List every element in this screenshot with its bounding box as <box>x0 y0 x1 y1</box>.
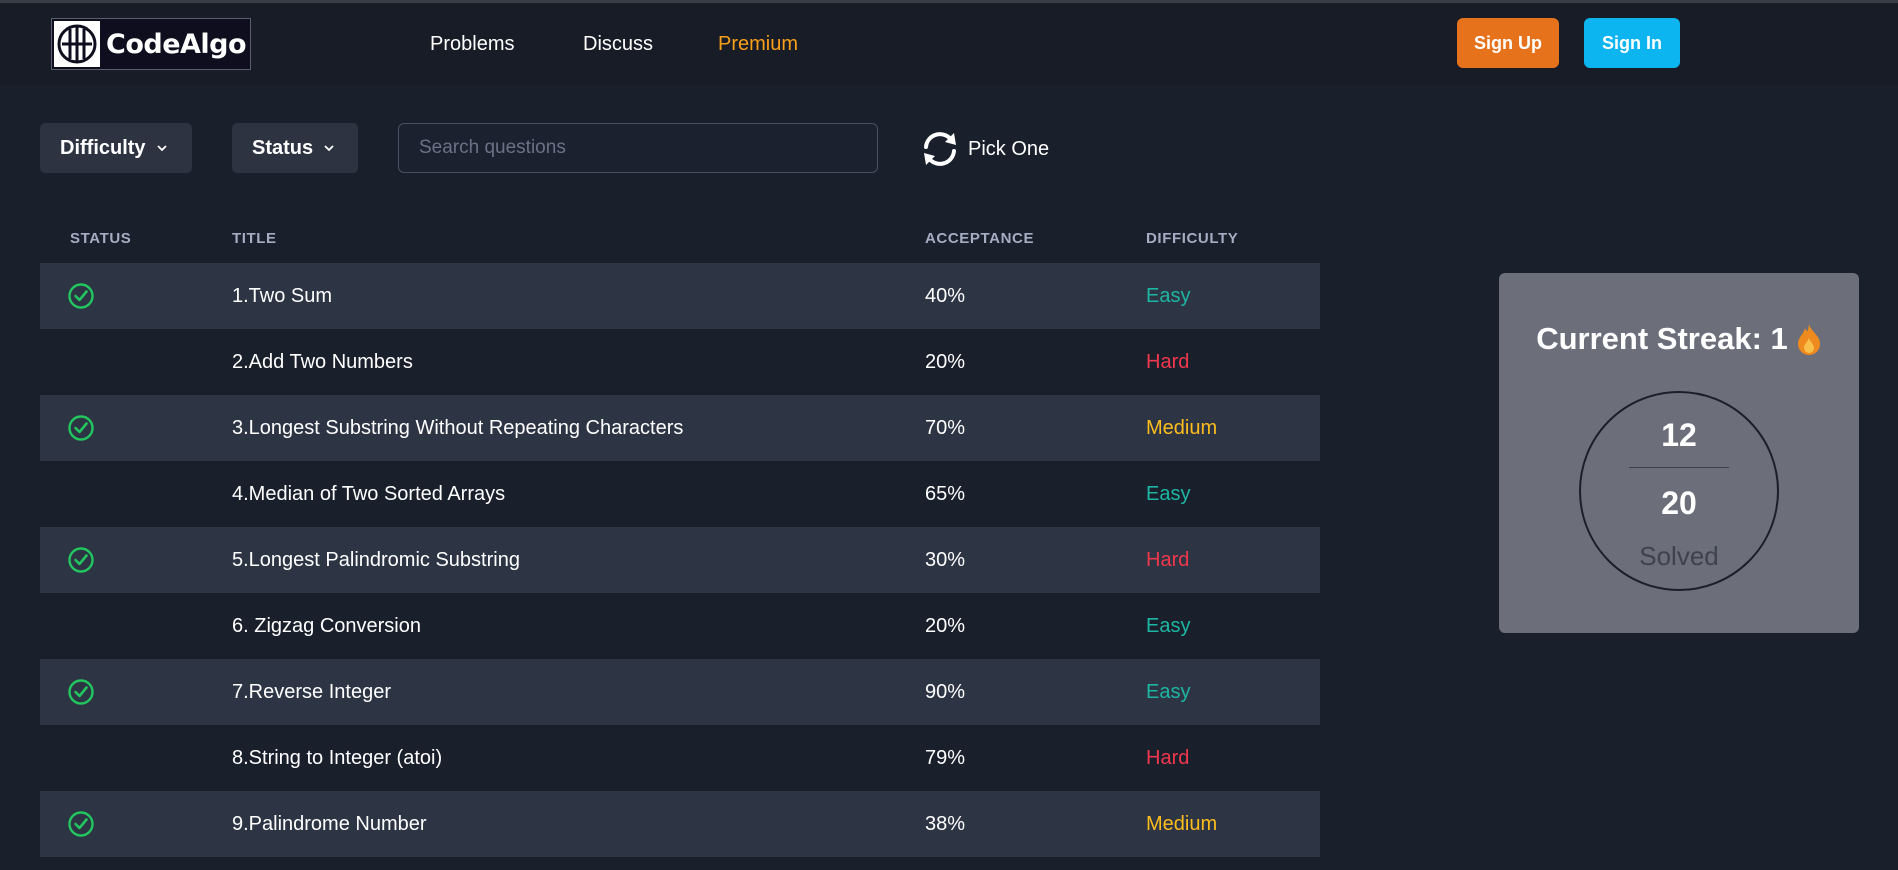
column-header-status: STATUS <box>70 230 132 247</box>
difficulty-dropdown[interactable]: Difficulty <box>40 123 192 173</box>
status-dropdown-label: Status <box>252 136 314 159</box>
chevron-down-icon <box>156 145 167 152</box>
fraction-divider <box>1629 467 1729 468</box>
difficulty-cell: Hard <box>1146 746 1190 769</box>
acceptance-cell: 38% <box>925 812 966 835</box>
table-row[interactable]: 3.Longest Substring Without Repeating Ch… <box>40 395 1320 461</box>
table-row[interactable]: 7.Reverse Integer 90% Easy <box>40 659 1320 725</box>
pick-one-label: Pick One <box>968 137 1050 160</box>
sign-up-button[interactable]: Sign Up <box>1457 18 1559 68</box>
difficulty-cell: Easy <box>1146 680 1191 703</box>
check-circle-icon <box>68 547 94 573</box>
nav-problems-link[interactable]: Problems <box>430 33 514 56</box>
check-circle-icon <box>68 679 94 705</box>
acceptance-cell: 70% <box>925 416 966 439</box>
difficulty-cell: Easy <box>1146 482 1191 505</box>
status-cell <box>67 263 95 329</box>
streak-title: Current Streak: 1 <box>1536 321 1788 356</box>
solved-label: Solved <box>1639 541 1719 571</box>
check-circle-icon <box>68 415 94 441</box>
difficulty-cell: Hard <box>1146 548 1190 571</box>
difficulty-cell: Easy <box>1146 614 1191 637</box>
problem-title-link[interactable]: 3.Longest Substring Without Repeating Ch… <box>232 395 683 461</box>
table-row[interactable]: 9.Palindrome Number 38% Medium <box>40 791 1320 857</box>
top-navbar: CodeAlgo Problems Discuss Premium Sign U… <box>0 3 1898 85</box>
problem-title-link[interactable]: 4.Median of Two Sorted Arrays <box>232 461 505 527</box>
table-row[interactable]: 2.Add Two Numbers 20% Hard <box>40 329 1320 395</box>
status-cell <box>67 791 95 857</box>
streak-title-container: Current Streak: 1 <box>1499 321 1859 357</box>
difficulty-dropdown-label: Difficulty <box>60 136 146 159</box>
difficulty-cell: Easy <box>1146 284 1191 307</box>
refresh-icon <box>924 132 956 166</box>
flame-icon <box>1797 324 1820 355</box>
column-header-difficulty: DIFFICULTY <box>1146 230 1239 247</box>
difficulty-cell: Medium <box>1146 812 1218 835</box>
table-row[interactable]: 4.Median of Two Sorted Arrays 65% Easy <box>40 461 1320 527</box>
check-circle-icon <box>68 283 94 309</box>
table-row[interactable]: 8.String to Integer (atoi) 79% Hard <box>40 725 1320 791</box>
chevron-down-icon <box>324 145 334 152</box>
column-header-acceptance: ACCEPTANCE <box>925 230 1035 247</box>
problem-title-link[interactable]: 8.String to Integer (atoi) <box>232 725 442 791</box>
status-cell <box>67 527 95 593</box>
status-cell <box>67 395 95 461</box>
streak-card: Current Streak: 1 12 20 Solved <box>1499 273 1859 633</box>
table-row[interactable]: 6. Zigzag Conversion 20% Easy <box>40 593 1320 659</box>
status-cell <box>67 659 95 725</box>
acceptance-cell: 65% <box>925 482 966 505</box>
acceptance-cell: 90% <box>925 680 966 703</box>
difficulty-cell: Hard <box>1146 350 1190 373</box>
acceptance-cell: 20% <box>925 614 966 637</box>
problem-title-link[interactable]: 7.Reverse Integer <box>232 659 391 725</box>
acceptance-cell: 79% <box>925 746 966 769</box>
pick-one-button[interactable]: Pick One <box>918 128 1049 170</box>
solved-progress-circle: 12 20 Solved <box>1579 391 1779 591</box>
acceptance-cell: 20% <box>925 350 966 373</box>
problem-title-link[interactable]: 9.Palindrome Number <box>232 791 427 857</box>
table-row[interactable]: 1.Two Sum 40% Easy <box>40 263 1320 329</box>
problem-title-link[interactable]: 1.Two Sum <box>232 263 332 329</box>
problem-title-link[interactable]: 2.Add Two Numbers <box>232 329 413 395</box>
sign-in-button[interactable]: Sign In <box>1584 18 1680 68</box>
solved-count: 12 <box>1661 417 1697 453</box>
search-input[interactable] <box>398 123 878 173</box>
table-row[interactable]: 5.Longest Palindromic Substring 30% Hard <box>40 527 1320 593</box>
nav-discuss-link[interactable]: Discuss <box>583 33 653 56</box>
problem-title-link[interactable]: 6. Zigzag Conversion <box>232 593 421 659</box>
brand-name: CodeAlgo <box>106 28 247 60</box>
acceptance-cell: 30% <box>925 548 966 571</box>
nav-premium-link[interactable]: Premium <box>718 33 798 56</box>
acceptance-cell: 40% <box>925 284 966 307</box>
brand-logo[interactable]: CodeAlgo <box>51 18 251 70</box>
logo-icon <box>54 21 100 67</box>
check-circle-icon <box>68 811 94 837</box>
column-header-title: TITLE <box>232 230 277 247</box>
problem-title-link[interactable]: 5.Longest Palindromic Substring <box>232 527 520 593</box>
difficulty-cell: Medium <box>1146 416 1218 439</box>
status-dropdown[interactable]: Status <box>232 123 358 173</box>
total-count: 20 <box>1661 485 1697 521</box>
